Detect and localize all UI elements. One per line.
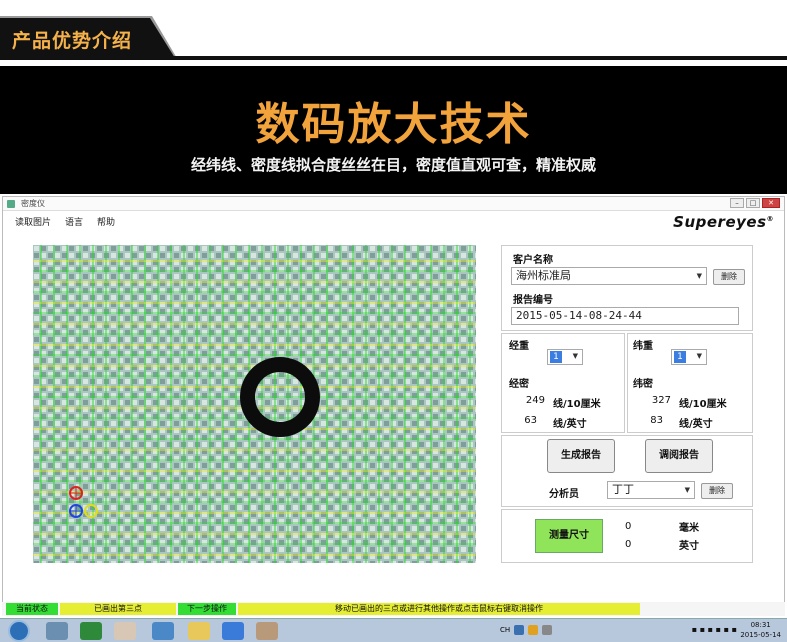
weft-unit-10cm: 线/10厘米 <box>679 399 727 410</box>
settings-panel: 客户名称 海州标准局 ▼ 删除 报告编号 2015-05-14-08-24-44 … <box>501 245 761 563</box>
banner-headline: 数码放大技术 <box>255 99 532 150</box>
language-indicator[interactable]: CH <box>500 625 510 635</box>
chevron-down-icon: ▼ <box>696 272 702 280</box>
menu-read-image[interactable]: 读取图片 <box>15 215 51 228</box>
app-window: 密度仪 – □ ✕ 读取图片 语言 帮助 Supereyes® 客户名称 海州标… <box>2 196 785 616</box>
network-icon[interactable] <box>514 625 525 635</box>
window-title: 密度仪 <box>21 199 45 208</box>
warp-per-10cm-value: 249 <box>525 395 545 406</box>
status-bar: 当前状态 已画出第三点 下一步操作 移动已画出的三点或进行其他操作或点击鼠标右键… <box>2 602 785 616</box>
chevron-down-icon: ▼ <box>684 486 690 494</box>
generate-report-button[interactable]: 生成报告 <box>547 439 615 473</box>
header-divider <box>0 56 787 60</box>
avatar-taskbar-icon[interactable] <box>114 622 136 640</box>
report-number-label: 报告编号 <box>513 295 553 306</box>
minimize-button[interactable]: – <box>730 198 744 208</box>
window-controls: – □ ✕ <box>730 198 780 208</box>
maximize-button[interactable]: □ <box>746 198 760 208</box>
warp-per-inch-value: 63 <box>524 415 537 426</box>
clock[interactable]: 08:31 2015-05-14 <box>740 620 781 640</box>
warp-weight-label: 经重 <box>509 341 529 352</box>
status-next-value: 移动已画出的三点或进行其他操作或点击鼠标右键取消操作 <box>238 603 640 615</box>
tray-status-icons: ▪ ▪ ▪ ▪ ▪ ▪ <box>691 625 737 634</box>
mm-unit: 毫米 <box>679 523 699 534</box>
browser-taskbar-icon[interactable] <box>222 622 244 640</box>
status-next-label: 下一步操作 <box>178 603 236 615</box>
help-icon[interactable] <box>528 625 539 635</box>
weft-density-label: 纬密 <box>633 379 653 390</box>
delete-customer-button[interactable]: 删除 <box>713 269 745 285</box>
warp-density-label: 经密 <box>509 379 529 390</box>
chevron-down-icon: ▼ <box>696 352 702 360</box>
inch-value: 0 <box>625 539 632 550</box>
system-tray: CH <box>500 625 553 635</box>
mm-value: 0 <box>625 521 632 532</box>
status-current-value: 已画出第三点 <box>60 603 176 615</box>
explorer-taskbar-icon[interactable] <box>46 622 68 640</box>
fabric-image-view[interactable] <box>33 245 476 563</box>
brand-logo: Supereyes® <box>673 213 774 231</box>
view-report-button[interactable]: 调阅报告 <box>645 439 713 473</box>
title-bar: 密度仪 – □ ✕ <box>3 197 784 211</box>
folder-taskbar-icon[interactable] <box>188 622 210 640</box>
menu-help[interactable]: 帮助 <box>97 215 115 228</box>
status-current-label: 当前状态 <box>6 603 58 615</box>
start-button[interactable] <box>8 620 30 642</box>
weft-weight-label: 纬重 <box>633 341 653 352</box>
chevron-down-icon: ▼ <box>572 352 578 360</box>
inch-unit: 英寸 <box>679 541 699 552</box>
excel-taskbar-icon[interactable] <box>80 622 102 640</box>
warp-weight-select[interactable]: 1 ▼ <box>547 349 583 365</box>
app-taskbar-icon[interactable] <box>256 622 278 640</box>
customer-label: 客户名称 <box>513 255 553 266</box>
close-button[interactable]: ✕ <box>762 198 780 208</box>
media-taskbar-icon[interactable] <box>152 622 174 640</box>
settings-icon[interactable] <box>542 625 553 635</box>
banner-subtitle: 经纬线、密度线拟合度丝丝在目，密度值直观可查，精准权威 <box>190 156 596 174</box>
measurement-ring <box>240 357 320 437</box>
weft-per-10cm-value: 327 <box>651 395 671 406</box>
analyst-label: 分析员 <box>549 489 579 500</box>
weft-unit-inch: 线/英寸 <box>679 419 713 430</box>
measure-size-button[interactable]: 测量尺寸 <box>535 519 603 553</box>
section-title: 产品优势介绍 <box>12 30 133 52</box>
warp-unit-10cm: 线/10厘米 <box>553 399 601 410</box>
menu-language[interactable]: 语言 <box>65 215 83 228</box>
taskbar: CH ▪ ▪ ▪ ▪ ▪ ▪ 08:31 2015-05-14 <box>0 618 787 642</box>
weft-per-inch-value: 83 <box>650 415 663 426</box>
customer-select[interactable]: 海州标准局 ▼ <box>511 267 707 285</box>
weft-weight-select[interactable]: 1 ▼ <box>671 349 707 365</box>
delete-analyst-button[interactable]: 删除 <box>701 483 733 499</box>
analyst-select[interactable]: 丁丁 ▼ <box>607 481 695 499</box>
warp-unit-inch: 线/英寸 <box>553 419 587 430</box>
report-number-field[interactable]: 2015-05-14-08-24-44 <box>511 307 739 325</box>
menu-bar: 读取图片 语言 帮助 <box>3 213 784 229</box>
app-icon <box>7 200 15 208</box>
